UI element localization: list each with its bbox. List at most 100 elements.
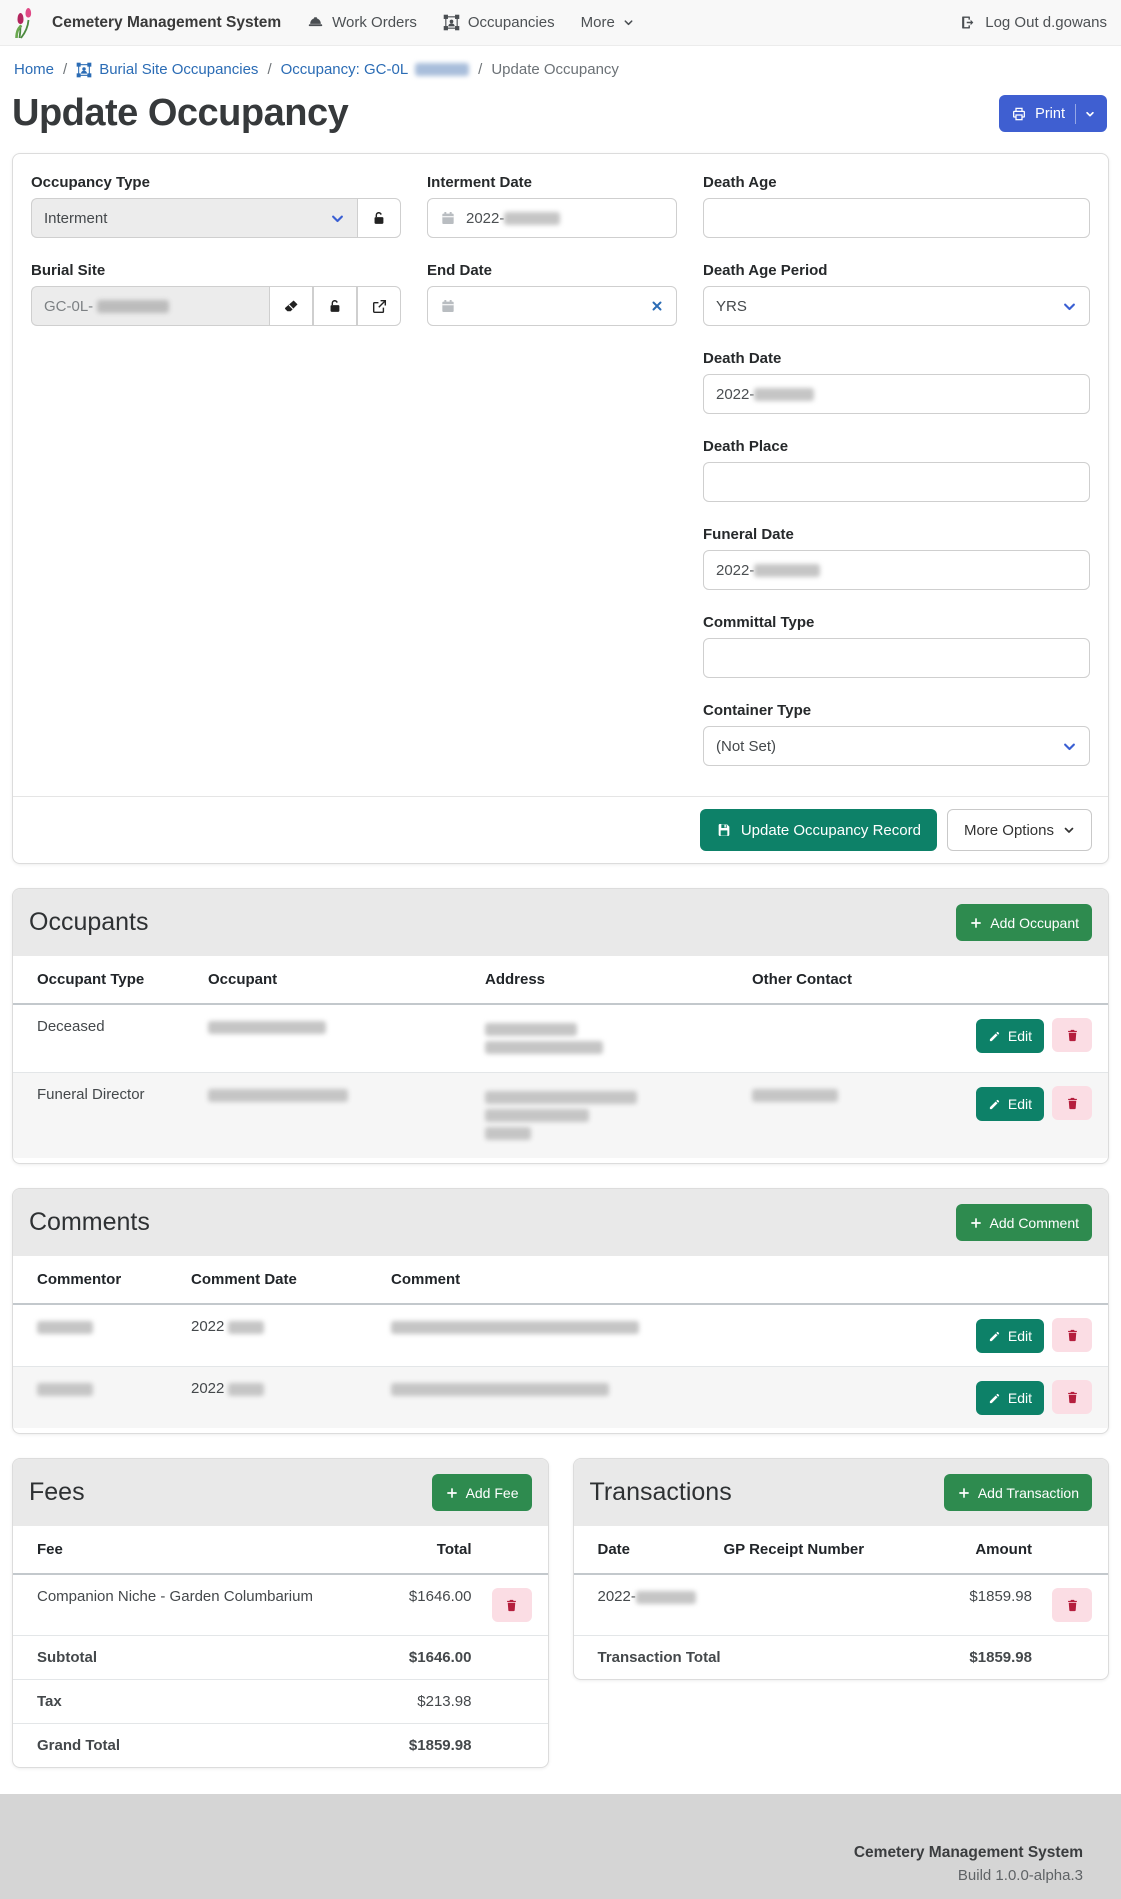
occupant-row: Funeral Director Edit bbox=[13, 1073, 1108, 1159]
bottom-row: Fees Add Fee Fee Total bbox=[12, 1458, 1109, 1768]
add-occupant-button[interactable]: Add Occupant bbox=[956, 904, 1092, 941]
add-occupant-label: Add Occupant bbox=[990, 915, 1079, 931]
transactions-title: Transactions bbox=[590, 1478, 732, 1507]
fees-grand-total-label: Grand Total bbox=[13, 1724, 372, 1768]
navbar: Cemetery Management System Work Orders bbox=[0, 0, 1121, 46]
burial-site-clear-button[interactable] bbox=[269, 286, 313, 326]
comments-col-commentor: Commentor bbox=[13, 1256, 181, 1304]
add-transaction-button[interactable]: Add Transaction bbox=[944, 1474, 1092, 1511]
main-content: Occupancy Type Interment bbox=[0, 153, 1121, 1792]
fees-grand-total-row: Grand Total $1859.98 bbox=[13, 1724, 548, 1768]
nav-work-orders[interactable]: Work Orders bbox=[307, 14, 417, 31]
update-occupancy-record-button[interactable]: Update Occupancy Record bbox=[700, 809, 937, 851]
interment-date-input[interactable]: 2022- bbox=[427, 198, 677, 238]
container-type-value: (Not Set) bbox=[716, 738, 776, 755]
fees-tax-label: Tax bbox=[13, 1680, 372, 1724]
delete-comment-button[interactable] bbox=[1052, 1380, 1092, 1414]
breadcrumb-burial-site-occupancies[interactable]: Burial Site Occupancies bbox=[76, 61, 258, 78]
trash-icon bbox=[1065, 1096, 1080, 1111]
edit-occupant-button[interactable]: Edit bbox=[976, 1087, 1044, 1121]
fee-name: Companion Niche - Garden Columbarium bbox=[13, 1574, 372, 1636]
transaction-receipt bbox=[714, 1574, 923, 1636]
death-place-input[interactable] bbox=[703, 462, 1090, 502]
death-age-period-select[interactable]: YRS bbox=[703, 286, 1090, 326]
redacted-text bbox=[754, 388, 814, 401]
transactions-col-receipt: GP Receipt Number bbox=[714, 1526, 923, 1574]
comments-title: Comments bbox=[29, 1208, 150, 1237]
breadcrumb-home[interactable]: Home bbox=[14, 61, 54, 78]
death-age-input[interactable] bbox=[703, 198, 1090, 238]
end-date-input[interactable] bbox=[427, 286, 677, 326]
nav-more[interactable]: More bbox=[581, 14, 634, 31]
delete-occupant-button[interactable] bbox=[1052, 1018, 1092, 1052]
transaction-row: 2022- $1859.98 bbox=[574, 1574, 1109, 1636]
redacted-text bbox=[504, 212, 560, 225]
add-fee-button[interactable]: Add Fee bbox=[432, 1474, 532, 1511]
fees-col-total: Total bbox=[372, 1526, 482, 1574]
occupants-col-address: Address bbox=[475, 956, 742, 1004]
delete-fee-button[interactable] bbox=[492, 1588, 532, 1622]
more-options-label: More Options bbox=[964, 822, 1054, 839]
container-type-select[interactable]: (Not Set) bbox=[703, 726, 1090, 766]
app-title: Cemetery Management System bbox=[52, 14, 281, 32]
death-date-input[interactable]: 2022- bbox=[703, 374, 1090, 414]
transaction-amount: $1859.98 bbox=[922, 1574, 1042, 1636]
burial-site-open-link-button[interactable] bbox=[357, 286, 401, 326]
death-age-period-value: YRS bbox=[716, 298, 747, 315]
print-button[interactable]: Print bbox=[999, 95, 1107, 132]
nav-work-orders-label: Work Orders bbox=[332, 14, 417, 31]
chevron-down-icon bbox=[1063, 824, 1075, 836]
logout-link[interactable]: Log Out d.gowans bbox=[960, 14, 1107, 31]
delete-transaction-button[interactable] bbox=[1052, 1588, 1092, 1622]
delete-comment-button[interactable] bbox=[1052, 1318, 1092, 1352]
footer-build-version: Build 1.0.0-alpha.3 bbox=[0, 1867, 1083, 1884]
breadcrumb-current: Update Occupancy bbox=[491, 61, 619, 78]
comments-table: Commentor Comment Date Comment 2022 bbox=[13, 1256, 1108, 1428]
update-occupancy-record-label: Update Occupancy Record bbox=[741, 822, 921, 839]
edit-comment-button[interactable]: Edit bbox=[976, 1381, 1044, 1415]
nav-occupancies-label: Occupancies bbox=[468, 14, 555, 31]
burial-site-unlock-button[interactable] bbox=[313, 286, 357, 326]
add-comment-label: Add Comment bbox=[990, 1215, 1079, 1231]
redacted-text bbox=[485, 1127, 531, 1140]
funeral-date-input[interactable]: 2022- bbox=[703, 550, 1090, 590]
nav-more-label: More bbox=[581, 14, 615, 31]
edit-comment-label: Edit bbox=[1008, 1390, 1032, 1406]
more-options-button[interactable]: More Options bbox=[947, 809, 1092, 851]
breadcrumb-occupancy[interactable]: Occupancy: GC-0L bbox=[281, 61, 470, 78]
funeral-date-value: 2022- bbox=[716, 562, 754, 579]
external-link-icon bbox=[371, 298, 388, 315]
death-age-label: Death Age bbox=[703, 174, 1090, 191]
comment-row: 2022 Edit bbox=[13, 1304, 1108, 1367]
chevron-down-icon bbox=[1062, 739, 1077, 754]
delete-occupant-button[interactable] bbox=[1052, 1086, 1092, 1120]
hard-hat-icon bbox=[307, 14, 324, 31]
chevron-down-icon bbox=[1062, 299, 1077, 314]
redacted-text bbox=[228, 1383, 264, 1396]
edit-comment-button[interactable]: Edit bbox=[976, 1319, 1044, 1353]
redacted-text bbox=[485, 1109, 589, 1122]
pencil-icon bbox=[988, 1392, 1001, 1405]
page-title: Update Occupancy bbox=[12, 92, 348, 135]
fee-total: $1646.00 bbox=[372, 1574, 482, 1636]
committal-type-input[interactable] bbox=[703, 638, 1090, 678]
add-comment-button[interactable]: Add Comment bbox=[956, 1204, 1092, 1241]
breadcrumb-separator: / bbox=[63, 61, 67, 78]
occupancy-type-select[interactable]: Interment bbox=[31, 198, 357, 238]
transactions-total-value: $1859.98 bbox=[922, 1636, 1042, 1680]
transactions-total-label: Transaction Total bbox=[574, 1636, 923, 1680]
redacted-text bbox=[37, 1321, 93, 1334]
occupancy-type-unlock-button[interactable] bbox=[357, 198, 401, 238]
clear-x-icon[interactable] bbox=[650, 299, 664, 313]
redacted-text bbox=[97, 300, 169, 313]
redacted-text bbox=[636, 1591, 696, 1604]
transactions-table: Date GP Receipt Number Amount 2022- $185… bbox=[574, 1526, 1109, 1679]
edit-occupant-button[interactable]: Edit bbox=[976, 1019, 1044, 1053]
fee-row: Companion Niche - Garden Columbarium $16… bbox=[13, 1574, 548, 1636]
nav-occupancies[interactable]: Occupancies bbox=[443, 14, 555, 31]
add-transaction-label: Add Transaction bbox=[978, 1485, 1079, 1501]
burial-site-input[interactable]: GC-0L- bbox=[31, 286, 269, 326]
chevron-down-icon bbox=[330, 211, 345, 226]
pencil-icon bbox=[988, 1330, 1001, 1343]
funeral-date-label: Funeral Date bbox=[703, 526, 1090, 543]
